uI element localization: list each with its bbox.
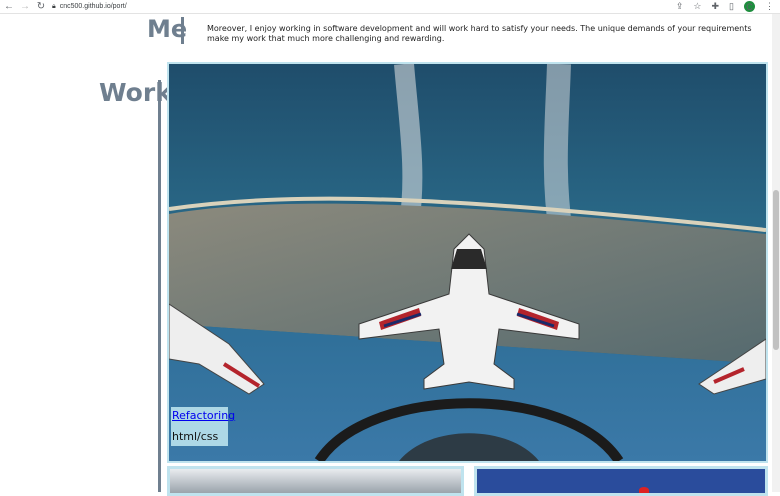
project-image: [639, 487, 649, 493]
lock-icon[interactable]: 🔒︎: [52, 3, 56, 11]
about-text: Moreover, I enjoy working in software de…: [207, 24, 752, 43]
about-heading-rule: [181, 17, 184, 44]
project-title-link[interactable]: Refactoring: [172, 409, 235, 422]
star-icon[interactable]: ☆: [693, 1, 701, 12]
project-caption: Refactoring html/css: [171, 407, 235, 446]
scrollbar-thumb[interactable]: [773, 190, 779, 350]
project-image: [170, 469, 461, 493]
project-card: Refactoring html/css: [167, 62, 768, 463]
avatar[interactable]: C: [744, 1, 755, 12]
browser-toolbar: ← → ↻ 🔒︎ cnc500.github.io/port/ ⇪ ☆ ✚ ▯ …: [0, 0, 780, 14]
side-panel-icon[interactable]: ▯: [729, 1, 734, 12]
project-image: Refactoring html/css: [169, 64, 766, 461]
back-icon[interactable]: ←: [4, 1, 14, 12]
reload-icon[interactable]: ↻: [36, 1, 46, 12]
toolbar-actions: ⇪ ☆ ✚ ▯ C ⋮: [676, 1, 780, 12]
project-tech: html/css: [172, 430, 219, 443]
nav-buttons: ← → ↻: [0, 1, 52, 12]
share-icon[interactable]: ⇪: [676, 1, 684, 12]
menu-icon[interactable]: ⋮: [765, 1, 774, 12]
url-text: cnc500.github.io/port/: [59, 3, 127, 10]
work-heading-rule: [158, 80, 161, 492]
extensions-icon[interactable]: ✚: [712, 1, 720, 12]
forward-icon[interactable]: →: [20, 1, 30, 12]
address-bar[interactable]: 🔒︎ cnc500.github.io/port/: [52, 3, 127, 11]
page-scrollbar[interactable]: [772, 14, 780, 492]
jets-over-coast-image: [169, 64, 766, 461]
